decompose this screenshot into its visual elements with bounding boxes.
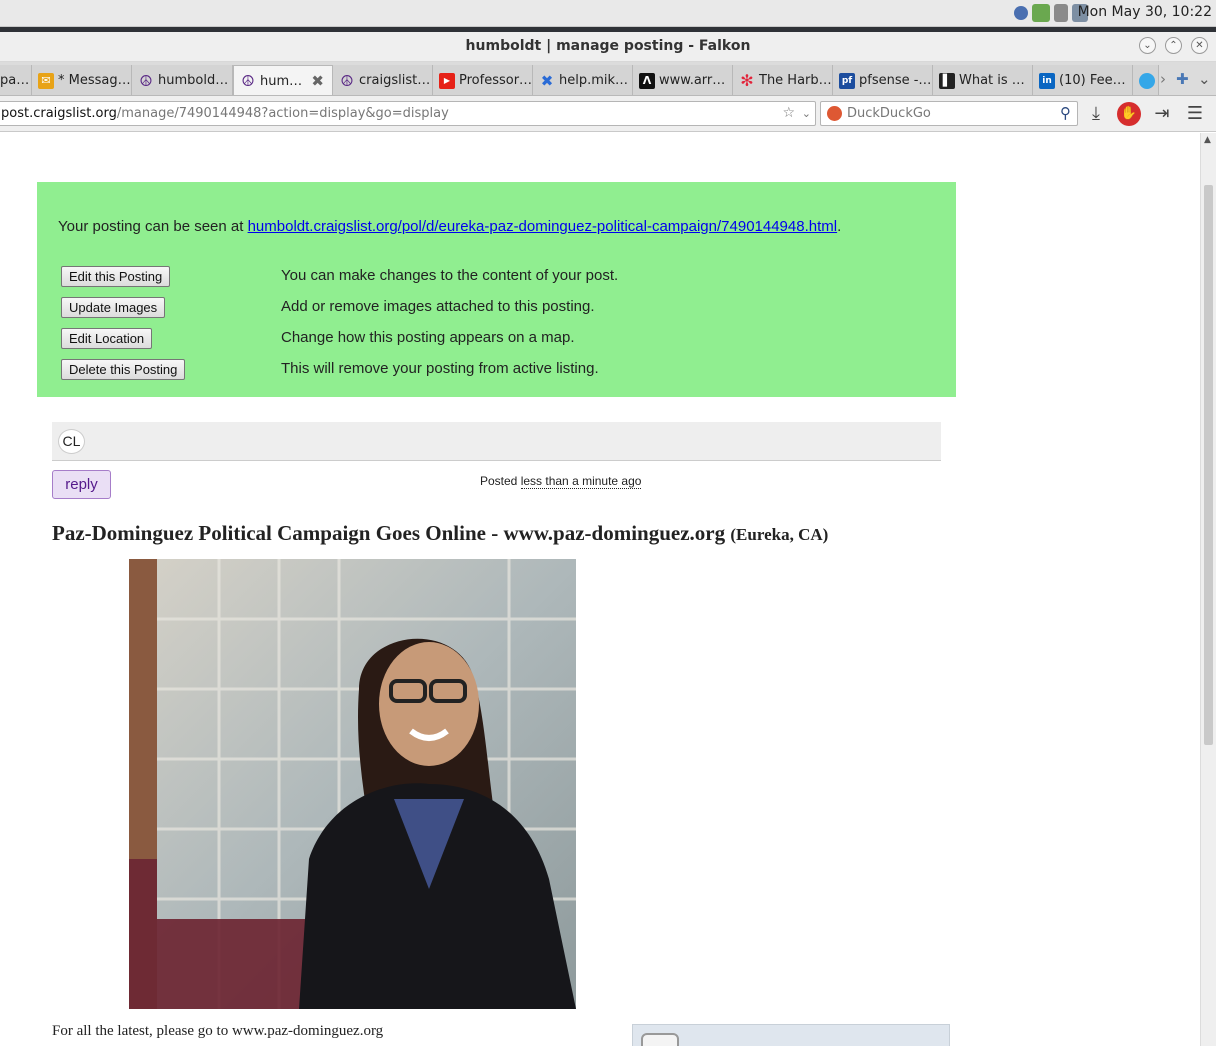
tab-label: help.mik…	[559, 73, 629, 88]
tab-0[interactable]: pa…	[0, 65, 32, 95]
rss-icon[interactable]	[1032, 4, 1050, 22]
delete-posting-button[interactable]: Delete this Posting	[61, 359, 186, 380]
tab-12[interactable]	[1133, 65, 1159, 95]
close-tab-icon[interactable]: ✖	[311, 72, 324, 90]
peace-icon: ☮	[139, 71, 153, 90]
tab-bar: pa… ✉ * Messag… ☮ humbold… ☮ hum… ✖ ☮ cr…	[0, 62, 1216, 96]
craigslist-header-bar: CL	[52, 422, 941, 461]
linkedin-icon: in	[1039, 72, 1055, 89]
tab-5[interactable]: ▶ Professor…	[433, 65, 533, 95]
action-description: Change how this posting appears on a map…	[281, 329, 575, 346]
tab-label: What is …	[959, 73, 1025, 88]
posting-title: Paz-Dominguez Political Campaign Goes On…	[52, 521, 828, 546]
tab-label: pa…	[0, 73, 30, 88]
vertical-scrollbar[interactable]: ▲	[1200, 133, 1216, 1046]
peace-icon: ☮	[241, 72, 255, 90]
photo-image	[129, 559, 576, 1009]
adblock-icon[interactable]: ✋	[1117, 102, 1141, 126]
seen-suffix: .	[837, 218, 842, 235]
navigation-bar: post.craigslist.org/manage/7490144948?ac…	[0, 96, 1216, 132]
action-description: Add or remove images attached to this po…	[281, 298, 595, 315]
mikrotik-icon: ✖	[540, 71, 554, 90]
tab-11[interactable]: in (10) Fee…	[1033, 65, 1133, 95]
action-description: This will remove your posting from activ…	[281, 360, 599, 377]
menu-icon[interactable]: ☰	[1183, 102, 1207, 126]
map-zoom-control[interactable]	[641, 1033, 679, 1046]
tab-8[interactable]: ✻ The Harb…	[733, 65, 833, 95]
scrollbar-thumb[interactable]	[1204, 185, 1213, 745]
tab-10[interactable]: ▌ What is …	[933, 65, 1033, 95]
tab-list-icon[interactable]: ⌄	[1198, 70, 1211, 88]
posting-body: For all the latest, please go to www.paz…	[52, 1023, 384, 1039]
posting-link-text: Your posting can be seen at humboldt.cra…	[58, 218, 841, 235]
tab-4[interactable]: ☮ craigslist…	[333, 65, 433, 95]
search-input[interactable]: DuckDuckGo ⚲	[820, 101, 1078, 126]
tab-label: craigslist…	[359, 73, 431, 88]
manage-panel: Your posting can be seen at humboldt.cra…	[37, 182, 956, 397]
edit-location-button[interactable]: Edit Location	[61, 328, 153, 349]
posting-photo[interactable]	[129, 559, 576, 1009]
close-window-icon[interactable]: ✕	[1191, 37, 1208, 54]
globe-icon	[1139, 72, 1155, 89]
arr-icon: Λ	[639, 72, 655, 89]
tab-label: humbold…	[158, 73, 229, 88]
asterisk-icon: ✻	[740, 71, 754, 90]
page-content: Your posting can be seen at humboldt.cra…	[0, 133, 1200, 1046]
tab-label: pfsense -…	[859, 73, 932, 88]
tab-6[interactable]: ✖ help.mik…	[533, 65, 633, 95]
sidebar-toggle-icon[interactable]: ⇥	[1150, 102, 1174, 126]
cl-home-link[interactable]: CL	[58, 429, 85, 454]
posted-time: Posted less than a minute ago	[480, 474, 642, 489]
duckduckgo-icon	[827, 106, 842, 121]
update-images-button[interactable]: Update Images	[61, 297, 166, 318]
tab-1[interactable]: ✉ * Messag…	[32, 65, 132, 95]
downloads-icon[interactable]: ⤓	[1084, 102, 1108, 126]
url-path: /manage/7490144948?action=display&go=dis…	[116, 106, 449, 121]
system-top-bar: Mon May 30, 10:22	[0, 0, 1216, 27]
search-icon[interactable]: ⚲	[1060, 102, 1071, 125]
tab-scroll-right-icon[interactable]: ›	[1160, 70, 1166, 88]
youtube-icon: ▶	[439, 72, 455, 89]
mail-icon: ✉	[38, 72, 54, 89]
tab-label: * Messag…	[58, 73, 131, 88]
maximize-icon[interactable]: ⌃	[1165, 37, 1182, 54]
pfsense-icon: pf	[839, 72, 855, 89]
posting-location: (Eureka, CA)	[730, 525, 829, 544]
book-icon: ▌	[939, 72, 955, 89]
tab-label: The Harb…	[759, 73, 832, 88]
seen-prefix: Your posting can be seen at	[58, 218, 248, 235]
posting-map[interactable]	[632, 1024, 950, 1046]
system-clock[interactable]: Mon May 30, 10:22	[1078, 4, 1212, 20]
volume-icon[interactable]	[1054, 4, 1068, 22]
new-tab-icon[interactable]: ✚	[1176, 70, 1189, 88]
url-dropdown-icon[interactable]: ⌄	[802, 102, 811, 125]
scroll-up-icon[interactable]: ▲	[1204, 135, 1211, 145]
reply-button[interactable]: reply	[52, 470, 111, 499]
posting-link[interactable]: humboldt.craigslist.org/pol/d/eureka-paz…	[248, 218, 838, 235]
tab-7[interactable]: Λ www.arr…	[633, 65, 733, 95]
tab-label: (10) Fee…	[1059, 73, 1126, 88]
bookmark-star-icon[interactable]: ☆	[782, 102, 795, 125]
address-bar[interactable]: post.craigslist.org/manage/7490144948?ac…	[0, 101, 816, 126]
action-description: You can make changes to the content of y…	[281, 267, 619, 284]
edit-posting-button[interactable]: Edit this Posting	[61, 266, 171, 287]
posted-ago: less than a minute ago	[520, 474, 642, 489]
tab-9[interactable]: pf pfsense -…	[833, 65, 933, 95]
tab-label: www.arr…	[659, 73, 726, 88]
posting-title-text: Paz-Dominguez Political Campaign Goes On…	[52, 521, 726, 545]
tab-2[interactable]: ☮ humbold…	[132, 65, 233, 95]
minimize-icon[interactable]: ⌄	[1139, 37, 1156, 54]
tab-3-active[interactable]: ☮ hum… ✖	[233, 65, 333, 95]
url-host: post.craigslist.org	[1, 106, 117, 121]
window-title: humboldt | manage posting - Falkon	[465, 38, 751, 54]
tab-label: Professor…	[459, 73, 533, 88]
posted-label: Posted	[480, 474, 518, 488]
search-placeholder: DuckDuckGo	[847, 106, 931, 121]
window-titlebar[interactable]: humboldt | manage posting - Falkon ⌄ ⌃ ✕	[0, 32, 1216, 62]
peace-icon: ☮	[340, 71, 354, 90]
tab-label: hum…	[260, 73, 303, 89]
network-icon[interactable]	[1014, 6, 1028, 20]
